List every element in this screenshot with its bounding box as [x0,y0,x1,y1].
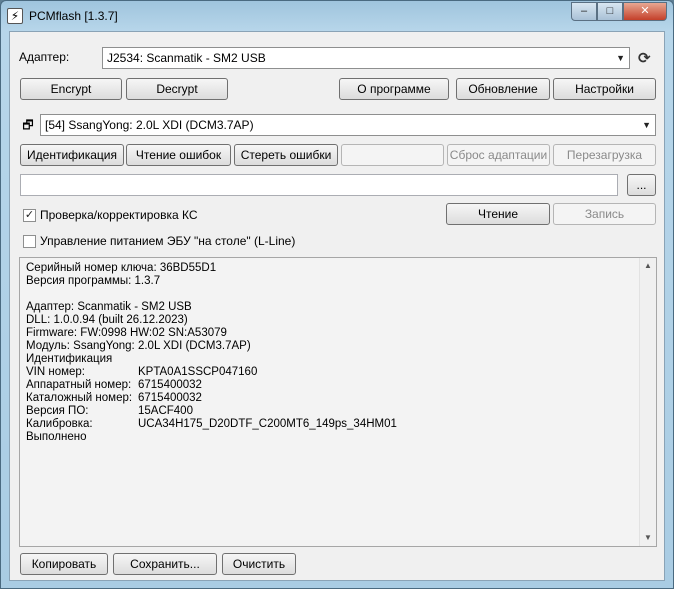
adapter-select-value: J2534: Scanmatik - SM2 USB [107,51,266,65]
log-line: Выполнено [26,431,636,444]
chevron-down-icon: ▼ [616,53,625,63]
log-line: Версия программы: 1.3.7 [26,275,636,288]
log-line-key: Идентификация [26,353,113,365]
copy-button[interactable]: Копировать [20,553,108,575]
log-line: DLL: 1.0.0.94 (built 26.12.2023) [26,314,636,327]
checksum-checkbox[interactable]: ✓ [23,208,36,222]
log-line-key: Firmware: FW:0998 HW:02 SN:A53079 [26,327,227,339]
log-line: Аппаратный номер: 6715400032 [26,379,636,392]
close-button[interactable]: ✕ [623,2,667,21]
log-textarea[interactable]: Серийный номер ключа: 36BD55D1 Версия про… [19,257,657,547]
log-line-key: Калибровка: [26,418,93,430]
title-bar[interactable]: ⚡ PCMflash [1.3.7] – □ ✕ [1,1,673,31]
log-line: VIN номер: KPTA0A1SSCP047160 [26,366,636,379]
log-line: Адаптер: Scanmatik - SM2 USB [26,301,636,314]
adapter-label: Адаптер: [19,50,70,64]
log-line-key: Каталожный номер: [26,392,133,404]
main-panel: Адаптер: J2534: Scanmatik - SM2 USB ▼ ⟳ … [9,31,665,581]
scroll-down-arrow-icon[interactable]: ▼ [640,530,656,546]
log-line-key: Версия ПО: [26,405,89,417]
save-button[interactable]: Сохранить... [113,553,217,575]
identify-button[interactable]: Идентификация [20,144,124,166]
settings-button[interactable]: Настройки [553,78,656,100]
reset-adaptation-button[interactable]: Сброс адаптации [447,144,550,166]
module-select[interactable]: [54] SsangYong: 2.0L XDI (DCM3.7AP) ▼ [40,114,656,136]
log-line: Идентификация [26,353,636,366]
read-errors-button[interactable]: Чтение ошибок [126,144,231,166]
decrypt-button[interactable]: Decrypt [126,78,228,100]
scroll-up-arrow-icon[interactable]: ▲ [640,258,656,274]
app-window: ⚡ PCMflash [1.3.7] – □ ✕ Адаптер: J2534:… [0,0,674,589]
log-line-key: Серийный номер ключа: 36BD55D1 [26,262,217,274]
bench-power-checkbox[interactable] [23,234,36,248]
encrypt-button[interactable]: Encrypt [20,78,122,100]
checksum-checkbox-row[interactable]: ✓ Проверка/корректировка КС [23,207,198,223]
window-title: PCMflash [1.3.7] [29,9,118,23]
log-line: Firmware: FW:0998 HW:02 SN:A53079 [26,327,636,340]
bench-power-checkbox-row[interactable]: Управление питанием ЭБУ "на столе" (L-Li… [23,233,295,249]
log-line-key: Версия программы: 1.3.7 [26,275,161,287]
log-line-key: Выполнено [26,431,87,443]
window-controls: – □ ✕ [571,2,667,22]
log-line-key: Модуль: SsangYong: 2.0L XDI (DCM3.7AP) [26,340,251,352]
read-button[interactable]: Чтение [446,203,550,225]
log-content: Серийный номер ключа: 36BD55D1 Версия про… [26,262,636,444]
log-line: Серийный номер ключа: 36BD55D1 [26,262,636,275]
file-path-input[interactable] [20,174,618,196]
adapter-select[interactable]: J2534: Scanmatik - SM2 USB ▼ [102,47,630,69]
log-line: Версия ПО: 15ACF400 [26,405,636,418]
log-line: Каталожный номер: 6715400032 [26,392,636,405]
log-scrollbar[interactable]: ▲ ▼ [639,258,656,546]
update-button[interactable]: Обновление [456,78,550,100]
refresh-icon[interactable]: ⟳ [638,51,651,67]
write-button[interactable]: Запись [553,203,656,225]
blank-disabled-button [341,144,444,166]
log-line: Калибровка: UCA34H175_D20DTF_C200MT6_149p… [26,418,636,431]
log-line: Модуль: SsangYong: 2.0L XDI (DCM3.7AP) [26,340,636,353]
chevron-down-icon: ▼ [642,120,651,130]
browse-button[interactable]: ... [627,174,656,196]
log-line-value: 15ACF400 [138,405,193,417]
module-select-value: [54] SsangYong: 2.0L XDI (DCM3.7AP) [45,118,254,132]
checksum-label: Проверка/корректировка КС [40,208,198,222]
reboot-button[interactable]: Перезагрузка [553,144,656,166]
about-button[interactable]: О программе [339,78,449,100]
log-line-value: UCA34H175_D20DTF_C200MT6_149ps_34HM01 [138,418,397,430]
clear-errors-button[interactable]: Стереть ошибки [234,144,338,166]
minimize-button[interactable]: – [571,2,597,21]
log-line-key: Аппаратный номер: [26,379,132,391]
bench-power-label: Управление питанием ЭБУ "на столе" (L-Li… [40,234,296,248]
maximize-button[interactable]: □ [597,2,623,21]
clear-log-button[interactable]: Очистить [222,553,296,575]
log-line-key: DLL: 1.0.0.94 (built 26.12.2023) [26,314,188,326]
lightning-icon: ⚡ [7,8,23,24]
log-line-key: Адаптер: Scanmatik - SM2 USB [26,301,192,313]
log-line-key: VIN номер: [26,366,86,378]
module-window-icon[interactable]: 🗗 [21,118,35,132]
log-line-value: 6715400032 [138,379,202,391]
log-line-value: KPTA0A1SSCP047160 [138,366,258,378]
log-line-value: 6715400032 [138,392,202,404]
